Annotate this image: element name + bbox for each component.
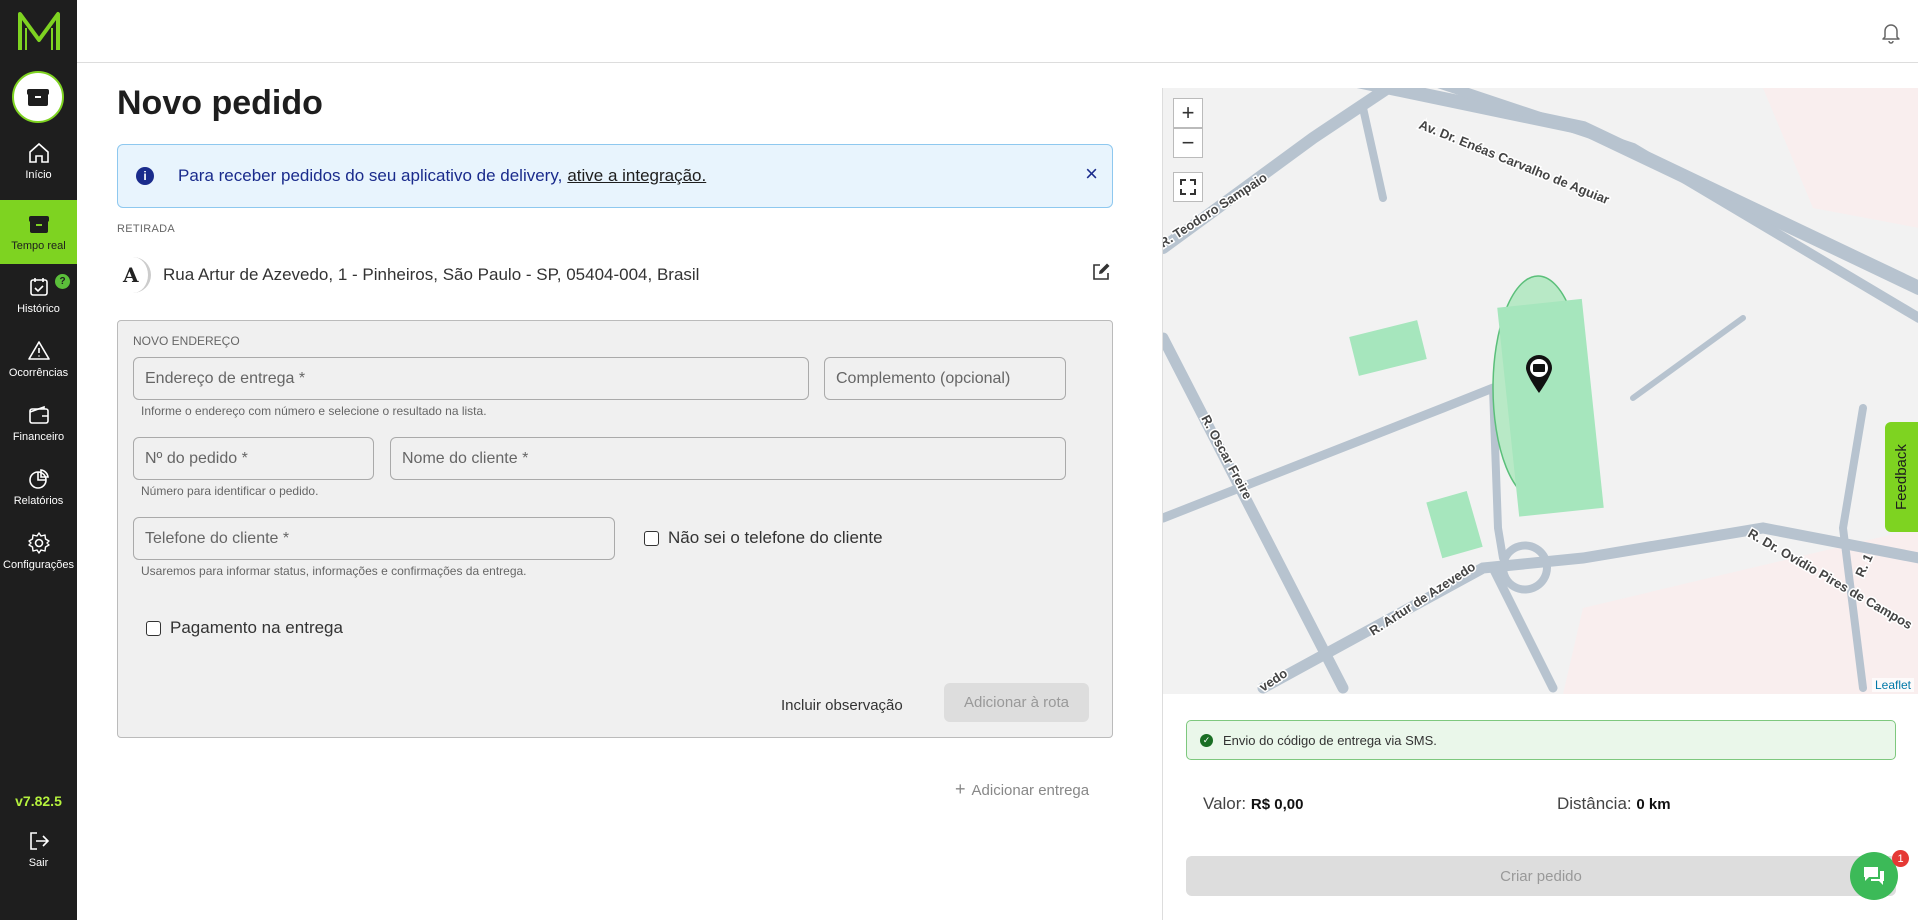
add-note-button[interactable]: Incluir observação — [781, 697, 903, 714]
warning-icon — [27, 341, 50, 360]
activate-integration-link[interactable]: ative a integração. — [567, 166, 706, 186]
logo-icon[interactable] — [16, 10, 62, 52]
delivery-address-hint: Informe o endereço com número e selecion… — [141, 404, 487, 418]
feedback-tab[interactable]: Feedback — [1885, 422, 1918, 532]
fullscreen-icon — [1180, 179, 1196, 195]
pie-chart-icon — [28, 469, 49, 489]
nav-label: Histórico — [17, 303, 60, 315]
map[interactable]: Av. Dr. Enéas Carvalho de Aguiar R. Teod… — [1162, 88, 1918, 694]
pickup-section-label: RETIRADA — [117, 223, 176, 235]
app-version: v7.82.5 — [15, 793, 62, 809]
pickup-address-row: A Rua Artur de Azevedo, 1 - Pinheiros, S… — [117, 254, 1113, 296]
order-value: Valor: R$ 0,00 — [1203, 794, 1303, 814]
fullscreen-button[interactable] — [1173, 172, 1203, 202]
info-banner-text: Para receber pedidos do seu aplicativo d… — [178, 166, 563, 185]
topbar — [77, 0, 1918, 63]
new-address-form: NOVO ENDEREÇO Informe o endereço com núm… — [117, 320, 1113, 738]
calendar-check-icon — [29, 278, 48, 296]
checkbox-box[interactable] — [644, 530, 659, 546]
chat-button[interactable] — [1850, 852, 1898, 900]
home-icon — [28, 142, 49, 163]
order-number-hint: Número para identificar o pedido. — [141, 484, 319, 498]
nav-label: Tempo real — [11, 240, 66, 252]
nav-label: Sair — [28, 857, 49, 869]
checkbox-box[interactable] — [146, 620, 161, 636]
complement-input[interactable] — [824, 357, 1066, 400]
feedback-label: Feedback — [1893, 444, 1910, 510]
zoom-out-button[interactable]: − — [1173, 128, 1203, 158]
new-address-title: NOVO ENDEREÇO — [133, 334, 240, 348]
logout-button[interactable]: Sair — [0, 818, 77, 880]
client-name-input[interactable] — [390, 437, 1066, 480]
add-delivery-label: Adicionar entrega — [971, 782, 1090, 799]
payment-on-delivery-label: Pagamento na entrega — [170, 618, 343, 637]
nav-item-ocorrencias[interactable]: Ocorrências — [0, 328, 77, 390]
pickup-address: Rua Artur de Azevedo, 1 - Pinheiros, São… — [163, 265, 700, 284]
nav-item-financeiro[interactable]: Financeiro — [0, 392, 77, 454]
order-distance: Distância: 0 km — [1557, 794, 1671, 814]
logout-icon — [29, 832, 49, 850]
sidebar: Início Tempo real Histórico ? Ocorrência… — [0, 0, 77, 920]
client-phone-hint: Usaremos para informar status, informaçõ… — [141, 564, 527, 578]
close-icon[interactable]: × — [1085, 163, 1098, 185]
distance-amount: 0 km — [1636, 796, 1671, 813]
unknown-phone-checkbox[interactable]: Não sei o telefone do cliente — [644, 528, 883, 548]
nav-label: Relatórios — [13, 495, 64, 507]
store-avatar[interactable] — [12, 71, 64, 123]
nav-item-inicio[interactable]: Início — [0, 130, 77, 192]
zoom-in-button[interactable]: + — [1173, 98, 1203, 128]
check-circle-icon: ✓ — [1200, 733, 1213, 747]
nav-label: Financeiro — [12, 431, 65, 443]
sms-notice-text: Envio do código de entrega via SMS. — [1223, 732, 1437, 748]
value-label: Valor: — [1203, 794, 1247, 813]
nav-label: Ocorrências — [8, 367, 69, 379]
chat-icon — [1864, 867, 1884, 885]
integration-info-banner: i Para receber pedidos do seu aplicativo… — [117, 144, 1113, 208]
nav-item-relatorios[interactable]: Relatórios — [0, 456, 77, 518]
create-order-button[interactable]: Criar pedido — [1186, 856, 1896, 896]
wallet-icon — [28, 405, 49, 424]
page-title: Novo pedido — [117, 84, 323, 122]
nav-item-configuracoes[interactable]: Configurações — [0, 520, 77, 582]
distance-label: Distância: — [1557, 794, 1632, 813]
nav-label: Início — [25, 169, 52, 181]
leaflet-attribution-link[interactable]: Leaflet — [1871, 678, 1914, 692]
edit-icon[interactable] — [1091, 262, 1111, 282]
client-phone-input[interactable] — [133, 517, 615, 560]
help-badge: ? — [55, 274, 70, 289]
order-number-input[interactable] — [133, 437, 374, 480]
nav-label: Configurações — [3, 559, 74, 571]
bell-icon[interactable] — [1879, 20, 1903, 44]
payment-on-delivery-checkbox[interactable]: Pagamento na entrega — [146, 618, 343, 638]
add-to-route-button[interactable]: Adicionar à rota — [944, 683, 1089, 722]
box-icon — [28, 216, 49, 233]
plus-icon: + — [955, 779, 966, 799]
info-icon: i — [136, 167, 154, 185]
unknown-phone-label: Não sei o telefone do cliente — [668, 528, 883, 547]
store-location-pin-icon[interactable] — [1524, 353, 1554, 395]
nav-item-tempo-real[interactable]: Tempo real — [0, 200, 77, 264]
value-amount: R$ 0,00 — [1250, 796, 1304, 813]
delivery-address-input[interactable] — [133, 357, 809, 400]
pickup-marker: A — [117, 257, 151, 293]
sms-notice-banner: ✓ Envio do código de entrega via SMS. — [1186, 720, 1896, 760]
chat-unread-badge: 1 — [1892, 850, 1909, 867]
gear-icon — [27, 532, 50, 554]
store-box-icon — [27, 89, 49, 106]
nav-item-historico[interactable]: Histórico ? — [0, 264, 77, 326]
order-summary-panel: ✓ Envio do código de entrega via SMS. Va… — [1162, 694, 1918, 920]
add-delivery-button[interactable]: + Adicionar entrega — [955, 779, 1089, 800]
